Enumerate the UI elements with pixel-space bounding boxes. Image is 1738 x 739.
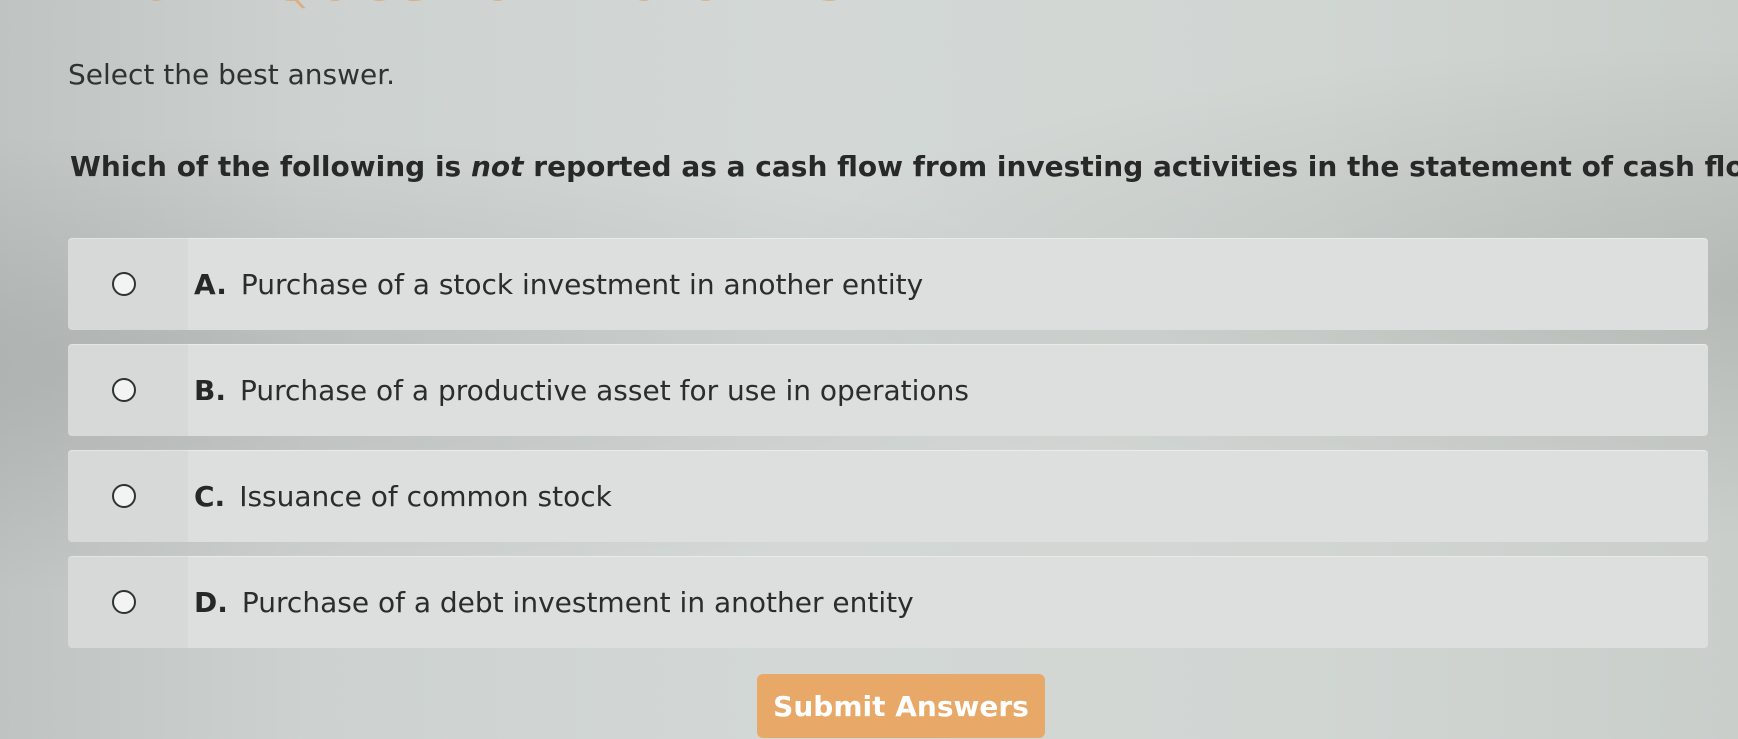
page-title: Exam Question 16 of 15 — [60, 0, 854, 16]
option-text-b: Purchase of a productive asset for use i… — [239, 373, 969, 407]
radio-button-c[interactable] — [112, 484, 136, 508]
question-emphasis: not — [470, 150, 524, 183]
radio-button-d[interactable] — [112, 590, 136, 614]
instructions-text: Select the best answer. — [68, 58, 396, 91]
answer-option-c[interactable]: C. Issuance of common stock — [68, 450, 1708, 542]
option-letter-a: A. — [194, 267, 227, 301]
answer-option-a[interactable]: A. Purchase of a stock investment in ano… — [68, 238, 1708, 330]
option-text-d: Purchase of a debt investment in another… — [241, 585, 914, 619]
option-letter-d: D. — [194, 585, 228, 619]
option-text-c: Issuance of common stock — [239, 479, 612, 513]
answer-option-b[interactable]: B. Purchase of a productive asset for us… — [68, 344, 1708, 436]
radio-button-a[interactable] — [112, 272, 136, 296]
radio-button-b[interactable] — [112, 378, 136, 402]
answer-options: A. Purchase of a stock investment in ano… — [68, 238, 1708, 662]
submit-answers-button[interactable]: Submit Answers — [757, 674, 1045, 738]
question-text: Which of the following is not reported a… — [70, 150, 1738, 183]
question-text-start: Which of the following is — [70, 150, 471, 183]
option-letter-b: B. — [194, 373, 226, 407]
answer-option-d[interactable]: D. Purchase of a debt investment in anot… — [68, 556, 1708, 648]
option-text-a: Purchase of a stock investment in anothe… — [240, 267, 924, 301]
question-text-end: reported as a cash flow from investing a… — [523, 150, 1738, 183]
option-letter-c: C. — [194, 479, 226, 513]
